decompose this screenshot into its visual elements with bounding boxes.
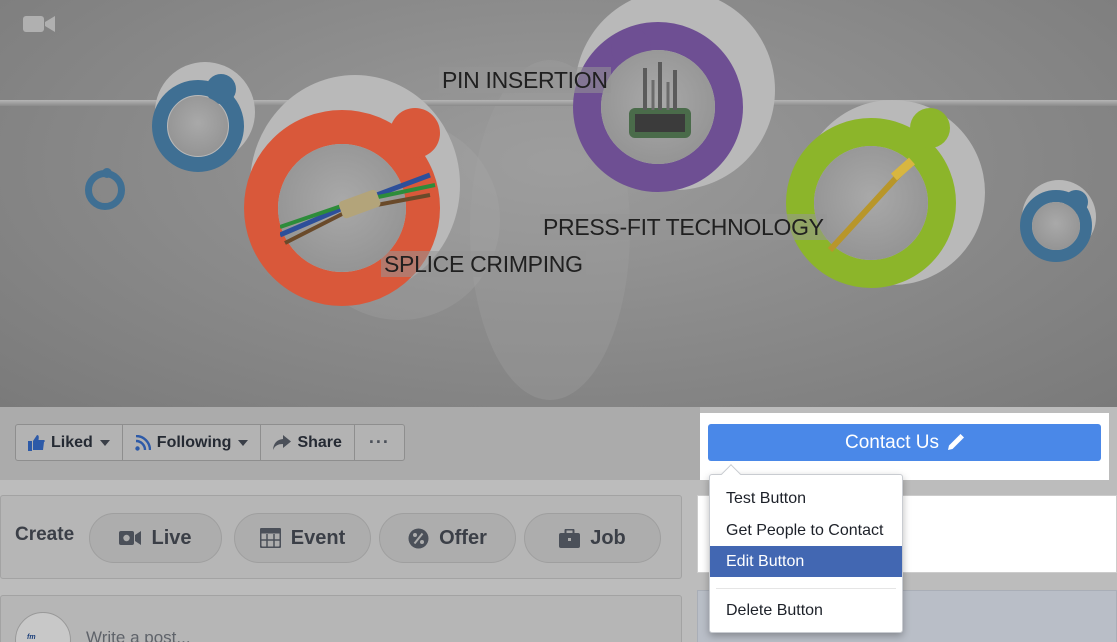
contact-us-label: Contact Us <box>845 431 939 453</box>
cover-photo: PIN INSERTION PRESS-FIT TECHNOLOGY SPLIC… <box>0 0 1117 407</box>
liked-label: Liked <box>51 433 93 451</box>
page-logo-icon: fm <box>27 634 36 641</box>
briefcase-icon <box>559 528 581 548</box>
create-label: Create <box>15 524 75 545</box>
blue-ring-large <box>150 62 260 172</box>
menu-item-edit-button[interactable]: Edit Button <box>710 546 902 577</box>
menu-item-get-people-to-contact[interactable]: Get People to Contact <box>710 515 902 546</box>
thumbs-up-icon <box>28 434 45 451</box>
create-offer-button[interactable]: Offer <box>379 513 516 563</box>
video-camera-icon <box>119 531 142 545</box>
create-job-label: Job <box>590 526 626 549</box>
create-live-label: Live <box>151 526 192 549</box>
create-offer-label: Offer <box>439 526 487 549</box>
pin-insertion-graphic <box>629 62 691 138</box>
chevron-down-icon <box>99 439 110 446</box>
green-ring <box>780 100 990 300</box>
menu-item-label: Test Button <box>726 489 807 507</box>
video-camera-icon[interactable] <box>22 12 56 36</box>
following-button[interactable]: Following <box>123 425 262 460</box>
rss-feed-icon <box>135 434 151 451</box>
create-event-label: Event <box>290 526 346 549</box>
share-arrow-icon <box>273 435 292 450</box>
share-button[interactable]: Share <box>261 425 355 460</box>
menu-item-label: Edit Button <box>726 552 805 570</box>
contact-us-button[interactable]: Contact Us <box>708 424 1101 461</box>
menu-item-label: Delete Button <box>726 601 823 619</box>
cover-label-pin-insertion: PIN INSERTION <box>439 67 611 93</box>
chevron-down-icon <box>238 439 249 446</box>
press-fit-pin-graphic <box>827 157 915 253</box>
create-event-button[interactable]: Event <box>234 513 371 563</box>
cover-label-splice-crimping: SPLICE CRIMPING <box>381 251 586 277</box>
menu-separator <box>716 588 896 589</box>
write-post-input[interactable]: Write a post... <box>86 628 191 642</box>
share-label: Share <box>297 433 342 451</box>
calendar-icon <box>259 528 281 548</box>
blue-ring-small <box>85 168 125 212</box>
menu-item-delete-button[interactable]: Delete Button <box>710 595 902 626</box>
cta-dropdown-menu: Test Button Get People to Contact Edit B… <box>709 464 903 633</box>
following-label: Following <box>156 433 232 451</box>
cover-label-press-fit: PRESS-FIT TECHNOLOGY <box>540 214 827 240</box>
percent-badge-icon <box>408 528 429 548</box>
liked-button[interactable]: Liked <box>16 425 123 460</box>
create-live-button[interactable]: Live <box>89 513 222 563</box>
splice-cable-graphic <box>280 172 436 245</box>
pencil-icon <box>947 434 964 450</box>
blue-ring-right <box>1018 180 1098 265</box>
menu-item-test-button[interactable]: Test Button <box>710 483 902 514</box>
more-options-button[interactable]: ··· <box>355 425 404 460</box>
more-dots-icon: ··· <box>368 432 390 452</box>
create-job-button[interactable]: Job <box>524 513 661 563</box>
menu-item-label: Get People to Contact <box>726 521 884 539</box>
purple-ring <box>565 0 780 205</box>
page-action-buttons: Liked Following Share ··· <box>15 424 405 461</box>
